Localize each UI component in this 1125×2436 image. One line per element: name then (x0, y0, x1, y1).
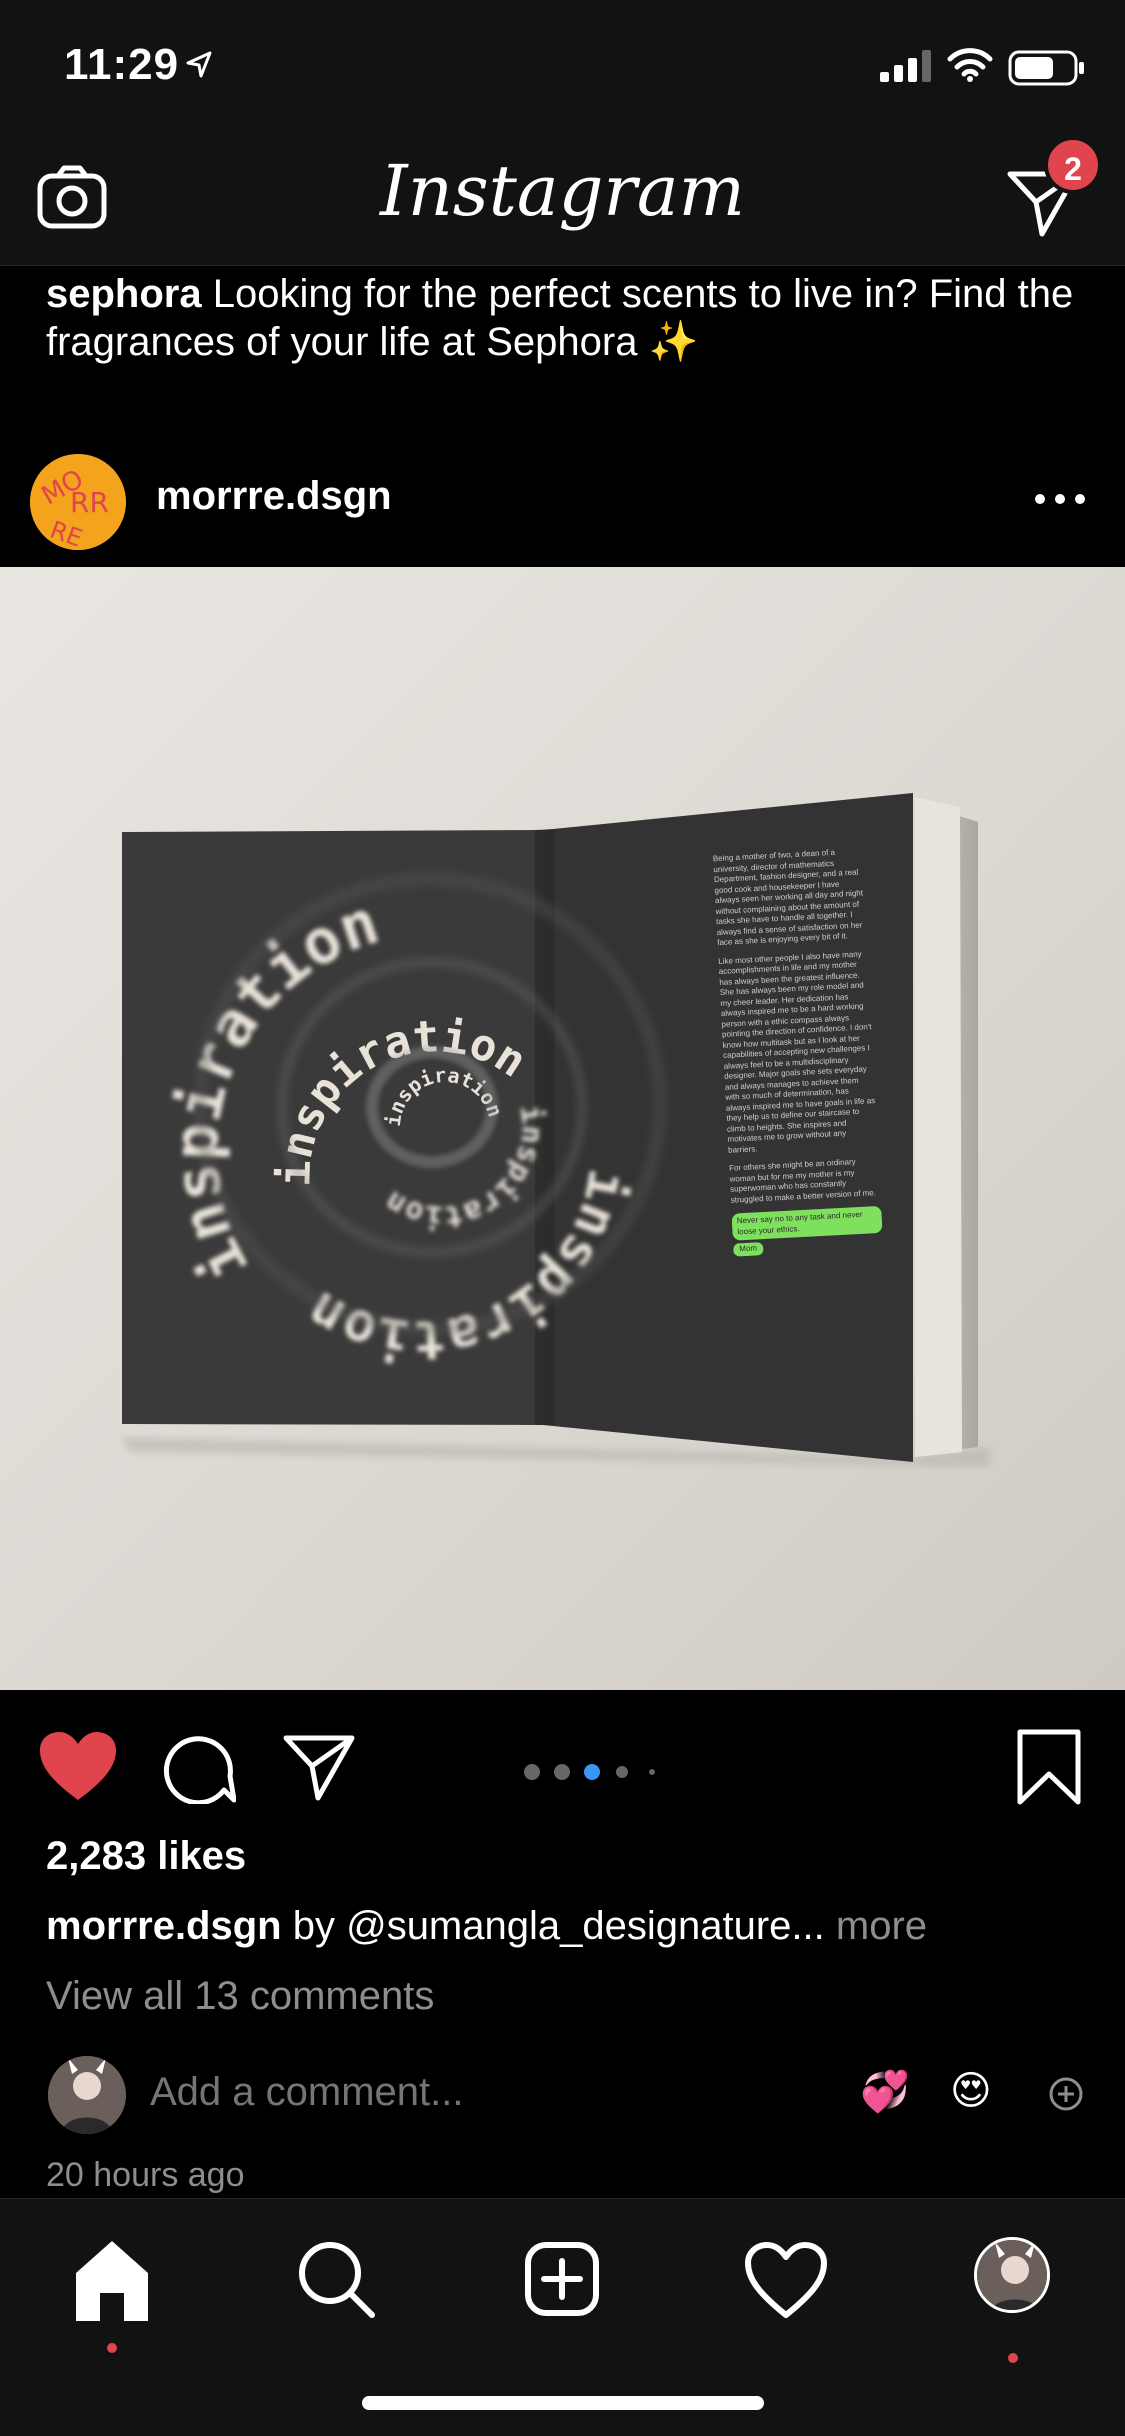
signal-icon (880, 50, 931, 82)
avatar-photo-icon (977, 2240, 1047, 2310)
tab-search[interactable] (286, 2229, 386, 2329)
quick-emoji-heart-eyes[interactable]: 😍 (950, 2068, 992, 2114)
view-all-comments-link[interactable]: View all 13 comments (46, 1974, 434, 2019)
location-arrow-icon (186, 51, 212, 78)
post-caption: morrre.dsgn by @sumangla_designature... … (46, 1904, 927, 1949)
book-highlight-quote: Never say no to any task and never loose… (731, 1205, 883, 1241)
post-avatar[interactable]: MO RR RE (30, 454, 126, 550)
heart-icon[interactable] (38, 1730, 118, 1804)
bookmark-icon[interactable] (1014, 1728, 1084, 1806)
share-icon[interactable] (282, 1730, 356, 1804)
instagram-logo: Instagram (380, 150, 745, 232)
post-image[interactable]: inspiration inspiration inspiration insp… (0, 567, 1125, 1690)
post-timestamp: 20 hours ago (46, 2156, 245, 2194)
new-post-icon (525, 2242, 599, 2316)
tab-activity[interactable] (736, 2229, 836, 2329)
post-actions (0, 1720, 1125, 1820)
direct-badge: 2 (1044, 136, 1102, 194)
book-paragraph-2: Like most other people I also have many … (717, 949, 876, 1155)
tab-profile[interactable] (962, 2229, 1062, 2363)
add-emoji-icon[interactable] (1048, 2076, 1084, 2112)
add-comment-row: 💞 😍 (0, 2050, 1125, 2140)
profile-notification-dot (1008, 2353, 1018, 2363)
more-icon[interactable] (1030, 484, 1090, 514)
previous-post-caption: sephora Looking for the perfect scents t… (46, 270, 1086, 366)
book-paragraph-3: For others she might be an ordinary woma… (728, 1157, 877, 1205)
comment-icon[interactable] (162, 1730, 236, 1804)
my-avatar (48, 2056, 126, 2134)
avatar-photo-icon (48, 2056, 126, 2134)
wifi-icon (947, 48, 993, 82)
caption-more-link[interactable]: more (825, 1904, 927, 1948)
top-nav-bar: Instagram 2 (0, 132, 1125, 266)
comment-input[interactable] (150, 2070, 650, 2115)
instagram-feed-screen: 11:29 Instagram 2 sephora Looking for th… (0, 0, 1125, 2436)
home-notification-dot (107, 2343, 117, 2353)
home-indicator[interactable] (362, 2396, 764, 2410)
battery-icon (1008, 50, 1084, 86)
quick-emoji-hearts[interactable]: 💞 (860, 2068, 910, 2115)
book-mockup-illustration: inspiration inspiration inspiration insp… (120, 793, 990, 1467)
post-header: MO RR RE morrre.dsgn (0, 430, 1125, 570)
previous-post-username[interactable]: sephora (46, 272, 202, 316)
carousel-indicator (524, 1764, 655, 1780)
book-highlight-signature: Mom (733, 1242, 764, 1257)
status-bar: 11:29 (0, 0, 1125, 132)
likes-count[interactable]: 2,283 likes (46, 1834, 246, 1879)
svg-text:RR: RR (70, 486, 109, 519)
morrre-logo-icon: MO RR RE (30, 454, 126, 550)
status-time: 11:29 (64, 40, 180, 89)
caption-text: by @sumangla_designature... (281, 1904, 825, 1948)
tab-new-post[interactable] (512, 2229, 612, 2329)
profile-avatar (974, 2237, 1050, 2313)
tab-home[interactable] (62, 2229, 162, 2353)
caption-username[interactable]: morrre.dsgn (46, 1904, 282, 1948)
search-icon (299, 2242, 375, 2318)
book-paragraph-1: Being a mother of two, a dean of a unive… (712, 847, 864, 948)
activity-icon (745, 2242, 827, 2318)
home-icon (76, 2241, 148, 2321)
post-username[interactable]: morrre.dsgn (156, 474, 392, 519)
